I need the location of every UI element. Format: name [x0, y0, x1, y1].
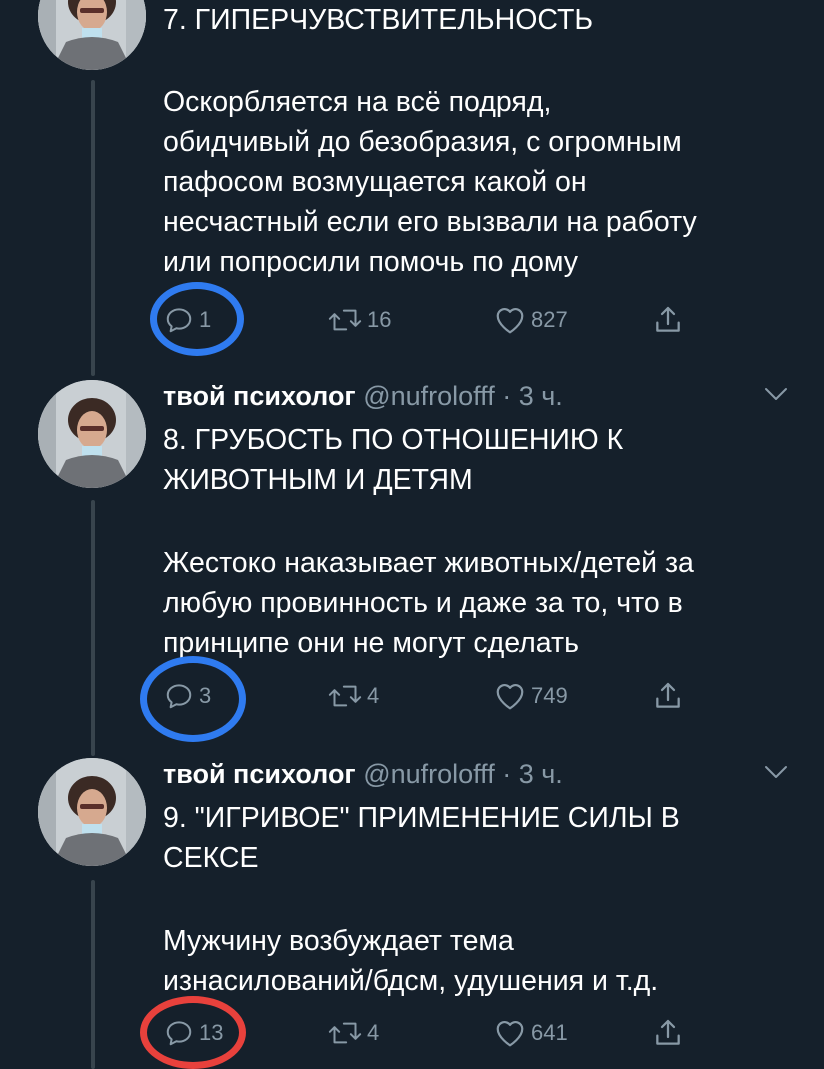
like-button[interactable]: 749 — [493, 679, 568, 713]
author-name[interactable]: твой психолог — [163, 759, 356, 789]
retweet-button[interactable]: 16 — [327, 303, 391, 337]
tweet-body: Жестоко наказывает животных/детей за люб… — [163, 547, 694, 659]
heart-icon — [493, 305, 527, 335]
share-button[interactable] — [652, 679, 684, 713]
tweet-time[interactable]: · 3 ч. — [502, 759, 563, 789]
tweet-header: твой психолог @nufrolofff · 3 ч. — [163, 380, 563, 412]
reply-icon — [163, 681, 195, 711]
thread-line — [91, 880, 95, 1069]
like-count: 749 — [531, 683, 568, 708]
thread-line — [91, 500, 95, 756]
retweet-count: 16 — [367, 307, 392, 332]
reply-button[interactable]: 13 — [163, 1016, 223, 1050]
avatar[interactable] — [38, 0, 146, 70]
retweet-count: 4 — [367, 1020, 380, 1045]
chevron-down-icon[interactable] — [762, 762, 790, 782]
like-button[interactable]: 641 — [493, 1016, 568, 1050]
tweet-time[interactable]: · 3 ч. — [502, 381, 563, 411]
tweet-heading: 8. ГРУБОСТЬ ПО ОТНОШЕНИЮ К ЖИВОТНЫМ И ДЕ… — [163, 424, 624, 496]
avatar[interactable] — [38, 380, 146, 488]
retweet-count: 4 — [367, 683, 380, 708]
reply-button[interactable]: 3 — [163, 679, 211, 713]
like-count: 641 — [531, 1020, 568, 1045]
chevron-down-icon[interactable] — [762, 384, 790, 404]
retweet-icon — [327, 306, 363, 334]
retweet-button[interactable]: 4 — [327, 1016, 379, 1050]
retweet-icon — [327, 682, 363, 710]
share-icon — [652, 680, 684, 712]
tweet-header: твой психолог @nufrolofff · 3 ч. — [163, 758, 563, 790]
tweet-heading: 7. ГИПЕРЧУВСТВИТЕЛЬНОСТЬ — [163, 4, 594, 36]
reply-icon — [163, 305, 195, 335]
heart-icon — [493, 1018, 527, 1048]
heart-icon — [493, 681, 527, 711]
thread-line — [91, 80, 95, 376]
like-button[interactable]: 827 — [493, 303, 568, 337]
share-icon — [652, 304, 684, 336]
tweet-body: Мужчину возбуждает тема изнасилований/бд… — [163, 925, 659, 997]
share-icon — [652, 1017, 684, 1049]
avatar[interactable] — [38, 758, 146, 866]
reply-count: 3 — [199, 683, 212, 708]
reply-button[interactable]: 1 — [163, 303, 211, 337]
author-name[interactable]: твой психолог — [163, 381, 356, 411]
author-handle[interactable]: @nufrolofff — [363, 381, 495, 411]
reply-icon — [163, 1018, 195, 1048]
share-button[interactable] — [652, 1016, 684, 1050]
share-button[interactable] — [652, 303, 684, 337]
reply-count: 13 — [199, 1020, 224, 1045]
tweet-body: Оскорбляется на всё подряд, обидчивый до… — [163, 86, 697, 278]
reply-count: 1 — [199, 307, 212, 332]
retweet-button[interactable]: 4 — [327, 679, 379, 713]
like-count: 827 — [531, 307, 568, 332]
author-handle[interactable]: @nufrolofff — [363, 759, 495, 789]
tweet-heading: 9. "ИГРИВОЕ" ПРИМЕНЕНИЕ СИЛЫ В СЕКСЕ — [163, 802, 680, 874]
retweet-icon — [327, 1019, 363, 1047]
